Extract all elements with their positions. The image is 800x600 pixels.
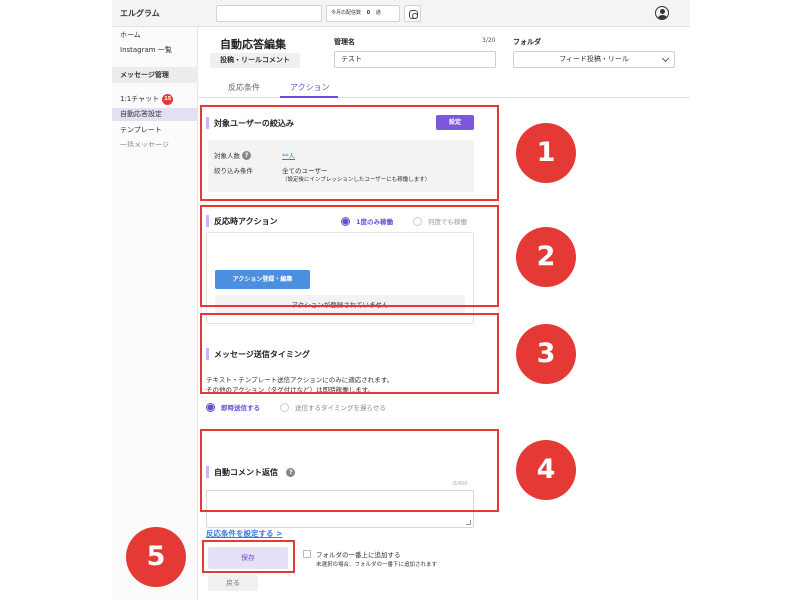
sidebar-item-auto-reply[interactable]: 自動応答設定 (112, 108, 198, 121)
folder-top-checkbox[interactable] (303, 550, 311, 558)
active-tab-indicator (280, 96, 338, 98)
top-bar: エルグラム 今月の配信数 0 通 (112, 0, 690, 27)
highlight-frame-5 (202, 540, 295, 573)
name-label: 管理名 (334, 38, 355, 46)
page-title: 自動応答編集 (220, 38, 286, 51)
folder-select-value: フィード投稿・リール (559, 55, 629, 63)
radio-send-delay-label: 送信するタイミングを遅らせる (295, 404, 386, 412)
tab-bar: 反応条件 アクション (198, 78, 690, 98)
sidebar-item-chat-label: 1:1チャット (120, 95, 160, 103)
folder-top-label: フォルダの一番上に追加する (316, 551, 401, 559)
callout-3: 3 (516, 324, 576, 384)
resize-handle-icon[interactable] (466, 520, 471, 525)
instagram-icon (409, 10, 418, 19)
monthly-quota: 今月の配信数 0 通 (326, 5, 400, 22)
highlight-frame-3 (200, 313, 499, 394)
radio-selected-icon (206, 403, 215, 412)
folder-top-note: 未選択の場合、フォルダの一番下に追加されます (316, 562, 438, 568)
back-button[interactable]: 戻る (208, 575, 258, 591)
quota-unit: 通 (375, 10, 381, 16)
callout-2: 2 (516, 227, 576, 287)
radio-send-now-label: 即時送信する (221, 404, 260, 412)
folder-select[interactable]: フィード投稿・リール (513, 51, 675, 68)
brand-logo[interactable]: エルグラム (120, 8, 160, 19)
highlight-frame-1 (200, 105, 499, 201)
sidebar-item-template[interactable]: テンプレート (112, 124, 198, 137)
highlight-frame-4 (200, 429, 499, 512)
quota-value: 0 (366, 10, 371, 16)
unread-badge: 15 (162, 94, 174, 105)
chevron-down-icon (661, 54, 670, 63)
trigger-type-label: 投稿・リールコメント (210, 53, 300, 68)
tab-conditions[interactable]: 反応条件 (228, 82, 260, 93)
folder-label: フォルダ (513, 38, 541, 46)
sidebar-item-chat[interactable]: 1:1チャット 15 (112, 93, 198, 106)
quota-label: 今月の配信数 (331, 10, 362, 16)
account-selector[interactable] (216, 5, 322, 22)
set-conditions-link[interactable]: 反応条件を設定する > (206, 528, 282, 539)
callout-5: 5 (126, 527, 186, 587)
tab-actions[interactable]: アクション (290, 82, 330, 93)
user-avatar-icon[interactable] (655, 6, 669, 20)
highlight-frame-2 (200, 205, 499, 307)
sidebar-item-home[interactable]: ホーム (112, 29, 198, 42)
callout-4: 4 (516, 440, 576, 500)
callout-1: 1 (516, 123, 576, 183)
sidebar: ホーム Instagram 一覧 メッセージ管理 1:1チャット 15 自動応答設… (112, 27, 198, 600)
name-counter: 3/20 (482, 37, 496, 44)
radio-send-delay[interactable]: 送信するタイミングを遅らせる (280, 402, 386, 412)
radio-send-now[interactable]: 即時送信する (206, 402, 260, 412)
sidebar-section-message: メッセージ管理 (112, 67, 198, 83)
sidebar-item-instagram-list[interactable]: Instagram 一覧 (112, 44, 198, 57)
sidebar-item-bulk-message[interactable]: 一括メッセージ (112, 139, 198, 147)
instagram-button[interactable] (404, 5, 421, 22)
radio-unselected-icon (280, 403, 289, 412)
name-input[interactable]: テスト (334, 51, 496, 68)
